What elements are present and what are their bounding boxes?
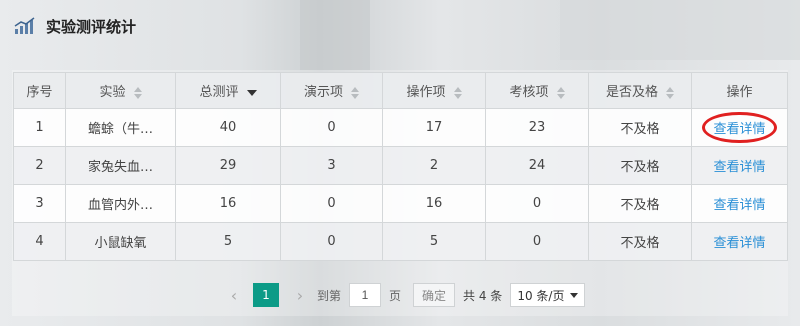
- cell-action: 查看详情: [691, 108, 788, 147]
- cell-demo: 0: [280, 222, 383, 261]
- table-row: 3 血管内外… 16 0 16 0 不及格 查看详情: [13, 184, 788, 223]
- cell-experiment: 小鼠缺氧: [65, 222, 176, 261]
- chevron-left-icon[interactable]: ‹: [225, 286, 243, 305]
- table-row: 2 家兔失血… 29 3 2 24 不及格 查看详情: [13, 146, 788, 185]
- cell-total: 40: [175, 108, 281, 147]
- cell-action: 查看详情: [691, 146, 788, 185]
- cell-no: 3: [13, 184, 66, 223]
- page-label: 页: [389, 288, 402, 303]
- col-header-experiment[interactable]: 实验: [65, 72, 176, 109]
- cell-exam: 0: [485, 184, 589, 223]
- cell-operation: 5: [382, 222, 486, 261]
- sort-icon[interactable]: [133, 86, 142, 99]
- cell-total: 29: [175, 146, 281, 185]
- page-size-value: 10 条/页: [517, 288, 565, 303]
- total-count: 共 4 条: [463, 288, 503, 303]
- page-title: 实验测评统计: [46, 17, 137, 36]
- sort-icon[interactable]: [666, 86, 674, 99]
- view-details-link[interactable]: 查看详情: [713, 160, 765, 175]
- cell-experiment: 家兔失血…: [65, 146, 176, 185]
- sort-icon[interactable]: [556, 86, 565, 99]
- cell-exam: 23: [485, 108, 589, 147]
- col-header-pass[interactable]: 是否及格: [588, 72, 692, 109]
- view-details-link[interactable]: 查看详情: [713, 198, 765, 213]
- cell-no: 2: [13, 146, 66, 185]
- table-row: 1 蟾蜍（牛… 40 0 17 23 不及格 查看详情: [13, 108, 788, 147]
- cell-action: 查看详情: [691, 184, 788, 223]
- table-row: 4 小鼠缺氧 5 0 5 0 不及格 查看详情: [13, 222, 788, 261]
- caret-down-icon: [570, 292, 579, 298]
- cell-total: 5: [175, 222, 281, 261]
- col-header-action: 操作: [691, 72, 788, 109]
- cell-experiment: 蟾蜍（牛…: [65, 108, 176, 147]
- col-header-total[interactable]: 总测评: [175, 72, 281, 109]
- cell-pass: 不及格: [588, 108, 692, 147]
- sort-icon[interactable]: [453, 86, 462, 99]
- highlight-circle: 查看详情: [702, 112, 777, 143]
- cell-demo: 0: [280, 184, 383, 223]
- table-header-row: 序号 实验 总测评 演示项 操作项 考核项 是否及格 操作: [13, 72, 788, 109]
- cell-exam: 24: [485, 146, 589, 185]
- view-details-link[interactable]: 查看详情: [713, 236, 765, 251]
- col-header-demo[interactable]: 演示项: [280, 72, 383, 109]
- pagination: ‹ 1 › 到第 页 确定 共 4 条 10 条/页: [225, 282, 586, 308]
- cell-experiment: 血管内外…: [65, 184, 176, 223]
- cell-pass: 不及格: [588, 184, 692, 223]
- cell-operation: 16: [382, 184, 486, 223]
- cell-demo: 3: [280, 146, 383, 185]
- view-details-link[interactable]: 查看详情: [713, 122, 765, 137]
- cell-demo: 0: [280, 108, 383, 147]
- cell-no: 4: [13, 222, 66, 261]
- page-header: 实验测评统计: [0, 0, 800, 52]
- cell-exam: 0: [485, 222, 589, 261]
- page-size-select[interactable]: 10 条/页: [510, 283, 586, 307]
- confirm-button[interactable]: 确定: [413, 283, 456, 307]
- goto-page-input[interactable]: [349, 283, 382, 307]
- col-header-exam[interactable]: 考核项: [485, 72, 589, 109]
- cell-action: 查看详情: [691, 222, 788, 261]
- cell-pass: 不及格: [588, 146, 692, 185]
- sort-icon[interactable]: [351, 86, 359, 99]
- cell-total: 16: [175, 184, 281, 223]
- col-header-operation-items[interactable]: 操作项: [382, 72, 486, 109]
- stats-table: 序号 实验 总测评 演示项 操作项 考核项 是否及格 操作 1 蟾蜍（牛… 40…: [13, 72, 788, 261]
- col-header-no: 序号: [13, 72, 66, 109]
- chart-icon: [14, 17, 35, 34]
- cell-operation: 2: [382, 146, 486, 185]
- cell-operation: 17: [382, 108, 486, 147]
- page-button-current[interactable]: 1: [253, 283, 279, 307]
- cell-pass: 不及格: [588, 222, 692, 261]
- cell-no: 1: [13, 108, 66, 147]
- goto-label: 到第: [317, 288, 342, 303]
- chevron-right-icon[interactable]: ›: [291, 286, 309, 305]
- sort-desc-icon[interactable]: [246, 89, 257, 96]
